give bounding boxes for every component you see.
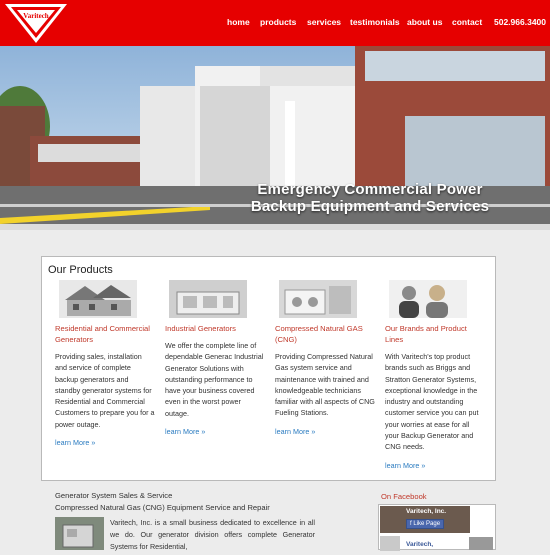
product-description: Providing sales, installation and servic… — [55, 352, 155, 429]
about-paragraph: Varitech, Inc. is a small business dedic… — [110, 518, 315, 551]
cng-station-image — [279, 280, 357, 318]
learn-more-link[interactable]: learn More » — [165, 427, 265, 436]
product-description: Providing Compressed Natural Gas system … — [275, 352, 375, 418]
industrial-generator-image — [169, 280, 247, 318]
learn-more-link[interactable]: learn More » — [385, 461, 485, 470]
product-title[interactable]: Residential and Commercial Generators — [55, 323, 155, 345]
facebook-widget: Varitech, Inc. f Like Page Varitech, — [378, 504, 496, 551]
product-title[interactable]: Industrial Generators — [165, 323, 265, 334]
generator-photo — [55, 517, 104, 550]
facebook-avatar — [469, 537, 493, 550]
product-card-cng: Compressed Natural GAS (CNG) Providing C… — [275, 280, 375, 436]
facebook-heading: On Facebook — [381, 492, 427, 501]
product-card-industrial: Industrial Generators We offer the compl… — [165, 280, 265, 436]
nav-services[interactable]: services — [307, 17, 341, 27]
svg-text:Varitech: Varitech — [23, 12, 49, 20]
about-section: Generator System Sales & Service Compres… — [55, 490, 335, 551]
about-title-1: Generator System Sales & Service — [55, 491, 173, 500]
products-panel: Our Products Residential and Commercial … — [41, 256, 496, 481]
product-description: With Varitech's top product brands such … — [385, 352, 479, 452]
nav-testimonials[interactable]: testimonials — [350, 17, 400, 27]
nav-contact[interactable]: contact — [452, 17, 482, 27]
product-title[interactable]: Compressed Natural GAS (CNG) — [275, 323, 375, 345]
nav-products[interactable]: products — [260, 17, 296, 27]
nav-home[interactable]: home — [227, 17, 250, 27]
facebook-post-thumb — [380, 536, 400, 551]
facebook-like-button[interactable]: f Like Page — [406, 519, 445, 529]
logo-triangle-icon: Varitech — [5, 4, 67, 43]
facebook-post-author[interactable]: Varitech, — [406, 541, 433, 548]
hero-divider — [0, 224, 550, 230]
product-title[interactable]: Our Brands and Product Lines — [385, 323, 485, 345]
nav-phone[interactable]: 502.966.3400 — [494, 17, 546, 27]
house-image — [59, 280, 137, 318]
varitech-logo[interactable]: Varitech — [3, 2, 69, 44]
product-card-residential: Residential and Commercial Generators Pr… — [55, 280, 155, 447]
facebook-page-name[interactable]: Varitech, Inc. — [406, 508, 446, 515]
hero-headline-line-1: Emergency Commercial Power — [257, 181, 483, 198]
learn-more-link[interactable]: learn More » — [275, 427, 375, 436]
about-title-2: Compressed Natural Gas (CNG) Equipment S… — [55, 503, 270, 512]
nav-about-us[interactable]: about us — [407, 17, 442, 27]
team-photo-image — [389, 280, 467, 318]
product-description: We offer the complete line of dependable… — [165, 341, 264, 418]
top-bar: Varitech home products services testimon… — [0, 0, 550, 46]
hero-banner: Emergency Commercial Power Backup Equipm… — [0, 46, 550, 224]
like-label: Like Page — [413, 521, 441, 527]
hero-headline-line-2: Backup Equipment and Services — [250, 198, 490, 215]
product-card-brands: Our Brands and Product Lines With Varite… — [385, 280, 485, 470]
products-heading: Our Products — [48, 264, 113, 276]
learn-more-link[interactable]: learn More » — [55, 438, 155, 447]
